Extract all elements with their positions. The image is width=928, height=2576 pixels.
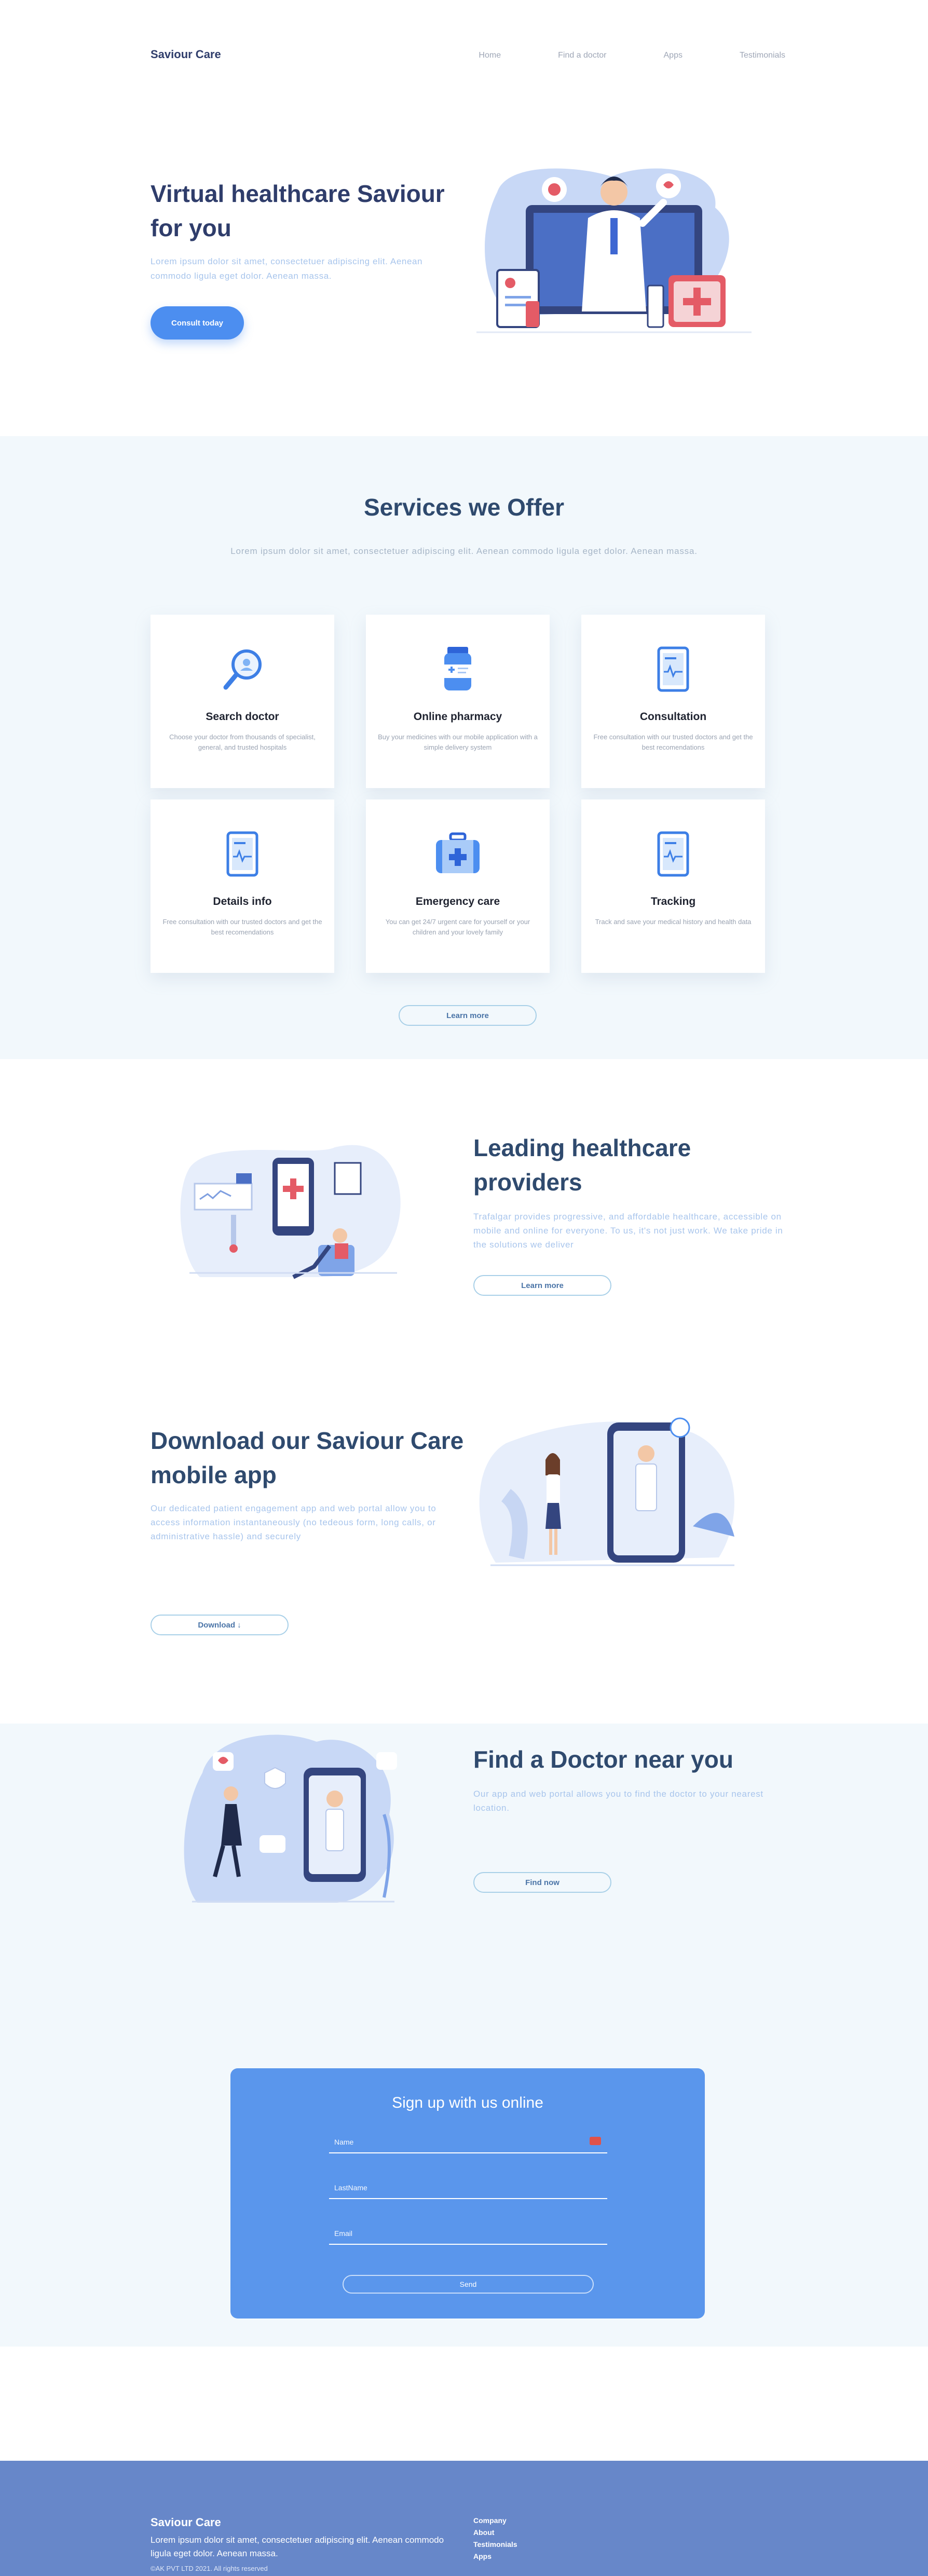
footer-link-testimonials[interactable]: Testimonials: [473, 2539, 517, 2551]
find-doctor-illustration: [184, 1734, 397, 1903]
card-title: Tracking: [650, 896, 696, 907]
clipboard-icon: [657, 831, 689, 877]
footer-links: Company About Testimonials Apps: [473, 2515, 517, 2563]
find-title: Find a Doctor near you: [473, 1746, 733, 1773]
card-title: Emergency care: [415, 896, 500, 907]
find-text: Our app and web portal allows you to fin…: [473, 1789, 763, 1813]
mobile-app-illustration: [479, 1417, 734, 1566]
nav-link-home[interactable]: Home: [479, 51, 501, 60]
send-button[interactable]: Send: [343, 2275, 594, 2294]
footer-text: Lorem ipsum dolor sit amet, consectetuer…: [151, 2535, 444, 2558]
footer-link-company[interactable]: Company: [473, 2515, 517, 2527]
medicine-bottle-icon: [444, 647, 471, 690]
lastname-field: [329, 2178, 607, 2199]
providers-text: Trafalgar provides progressive, and affo…: [473, 1212, 783, 1250]
footer: Saviour Care Lorem ipsum dolor sit amet,…: [0, 2461, 928, 2576]
nav-links: Home Find a doctor Apps Testimonials: [421, 51, 785, 60]
top-nav: Saviour Care Home Find a doctor Apps Tes…: [0, 0, 928, 114]
services-learn-more-button[interactable]: Learn more: [399, 1005, 537, 1026]
app-text: Our dedicated patient engagement app and…: [151, 1503, 436, 1541]
card-description: Choose your doctor from thousands of spe…: [169, 733, 316, 751]
service-card-details-info[interactable]: Details info Free consultation with our …: [151, 799, 334, 973]
card-description: Track and save your medical history and …: [595, 918, 752, 926]
brand-logo[interactable]: Saviour Care: [151, 48, 221, 61]
nav-link-apps[interactable]: Apps: [664, 51, 683, 60]
providers-illustration: [180, 1145, 401, 1279]
providers-title: Leading healthcare providers: [473, 1134, 691, 1196]
service-card-search-doctor[interactable]: Search doctor Choose your doctor from th…: [151, 615, 334, 788]
download-button[interactable]: Download ↓: [151, 1615, 289, 1635]
first-aid-kit-icon: [436, 832, 480, 873]
services-subtitle: Lorem ipsum dolor sit amet, consectetuer…: [230, 546, 698, 556]
signup-title: Sign up with us online: [392, 2094, 543, 2111]
email-field: [329, 2224, 607, 2245]
card-title: Details info: [213, 896, 272, 907]
magnifier-icon: [223, 649, 262, 690]
card-description: Free consultation with our trusted docto…: [593, 733, 753, 751]
consult-today-button[interactable]: Consult today: [151, 306, 244, 340]
name-field: [329, 2133, 607, 2153]
email-input[interactable]: [334, 2227, 583, 2240]
providers-learn-more-button[interactable]: Learn more: [473, 1275, 611, 1296]
nav-link-find-doctor[interactable]: Find a doctor: [558, 51, 606, 60]
card-description: Buy your medicines with our mobile appli…: [378, 733, 538, 751]
hero-subtitle: Lorem ipsum dolor sit amet, consectetuer…: [151, 256, 423, 281]
card-description: Free consultation with our trusted docto…: [162, 918, 322, 936]
service-card-emergency-care[interactable]: Emergency care You can get 24/7 urgent c…: [366, 799, 550, 973]
footer-link-apps[interactable]: Apps: [473, 2551, 517, 2563]
autofill-icon[interactable]: [590, 2137, 601, 2145]
card-description: You can get 24/7 urgent care for yoursel…: [385, 918, 530, 936]
footer-link-about[interactable]: About: [473, 2527, 517, 2539]
card-title: Consultation: [639, 711, 707, 723]
service-card-tracking[interactable]: Tracking Track and save your medical his…: [581, 799, 765, 973]
card-title: Online pharmacy: [413, 711, 502, 723]
app-title: Download our Saviour Care mobile app: [151, 1427, 464, 1488]
hero-title: Virtual healthcare Saviour for you: [151, 180, 445, 241]
footer-brand: Saviour Care: [151, 2516, 221, 2529]
service-card-online-pharmacy[interactable]: Online pharmacy Buy your medicines with …: [366, 615, 550, 788]
name-input[interactable]: [334, 2136, 583, 2148]
footer-copyright: ©AK PVT LTD 2021. All rights reserved: [151, 2565, 268, 2572]
find-now-button[interactable]: Find now: [473, 1872, 611, 1893]
signup-form: Sign up with us online Send: [230, 2068, 705, 2319]
doctor-laptop-illustration: [476, 168, 752, 333]
lastname-input[interactable]: [334, 2181, 583, 2194]
services-title: Services we Offer: [363, 494, 565, 521]
clipboard-icon: [657, 646, 689, 692]
service-card-consultation[interactable]: Consultation Free consultation with our …: [581, 615, 765, 788]
card-title: Search doctor: [206, 711, 279, 723]
clipboard-icon: [226, 831, 258, 877]
nav-link-testimonials[interactable]: Testimonials: [740, 51, 785, 60]
